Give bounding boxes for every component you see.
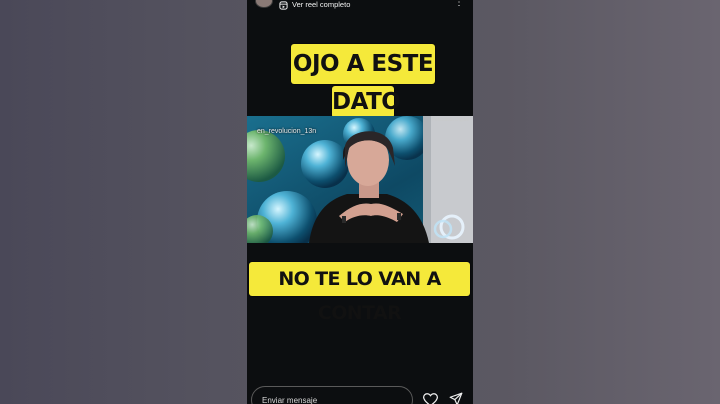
caption-line-3: NO TE LO VAN A CONTAR	[249, 262, 470, 324]
video-frame[interactable]: en_revolucion_13n Periodista Digital	[247, 116, 473, 243]
video-source-watermark: Periodista Digital	[431, 117, 469, 123]
caption-line-2: DATO	[332, 86, 401, 118]
video-still	[247, 116, 473, 243]
top-bar: Ver reel completo ⋮	[247, 0, 473, 10]
caption-line-1: OJO A ESTE	[291, 44, 435, 84]
view-full-reel-label: Ver reel completo	[292, 0, 351, 9]
view-full-reel-link[interactable]: Ver reel completo	[279, 0, 350, 10]
reel-icon	[279, 0, 288, 10]
send-icon[interactable]	[449, 392, 463, 404]
bottom-bar	[247, 384, 473, 404]
reel-viewer: Ver reel completo ⋮ OJO A ESTE DATO en_r…	[247, 0, 473, 404]
heart-icon[interactable]	[423, 393, 438, 404]
message-input[interactable]	[251, 386, 413, 404]
avatar[interactable]	[255, 0, 273, 8]
more-options-icon[interactable]: ⋮	[454, 0, 465, 8]
video-handle: en_revolucion_13n	[257, 128, 317, 135]
